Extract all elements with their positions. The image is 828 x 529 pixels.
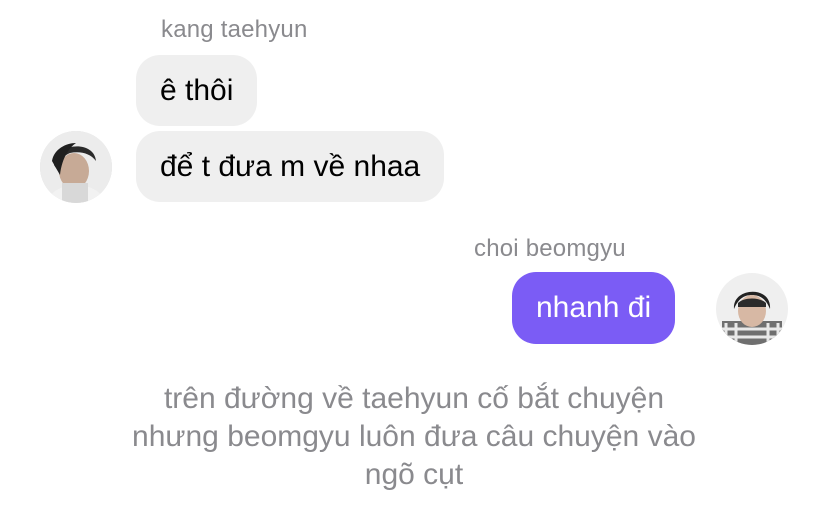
profile-photo-plaid-shirt-icon <box>716 273 788 345</box>
incoming-message-bubble[interactable]: để t đưa m về nhaa <box>136 131 445 202</box>
narration-line: ngõ cụt <box>364 458 464 491</box>
message-text: nhanh đi <box>536 291 652 324</box>
incoming-avatar[interactable] <box>40 131 112 203</box>
message-text: ê thôi <box>160 73 234 107</box>
narration-line: nhưng beomgyu luôn đưa câu chuyện vào <box>132 420 696 453</box>
outgoing-avatar[interactable] <box>716 273 788 345</box>
message-text: để t đưa m về nhaa <box>160 149 421 183</box>
profile-photo-dark-hair-icon <box>40 131 112 203</box>
outgoing-sender-name: choi beomgyu <box>474 235 626 262</box>
incoming-sender-name: kang taehyun <box>161 16 308 43</box>
incoming-message-bubble[interactable]: ê thôi <box>136 55 258 126</box>
narration-text: trên đường về taehyun cố bắt chuyện nhưn… <box>0 380 828 494</box>
outgoing-message-bubble[interactable]: nhanh đi <box>512 272 676 344</box>
narration-line: trên đường về taehyun cố bắt chuyện <box>163 382 665 415</box>
